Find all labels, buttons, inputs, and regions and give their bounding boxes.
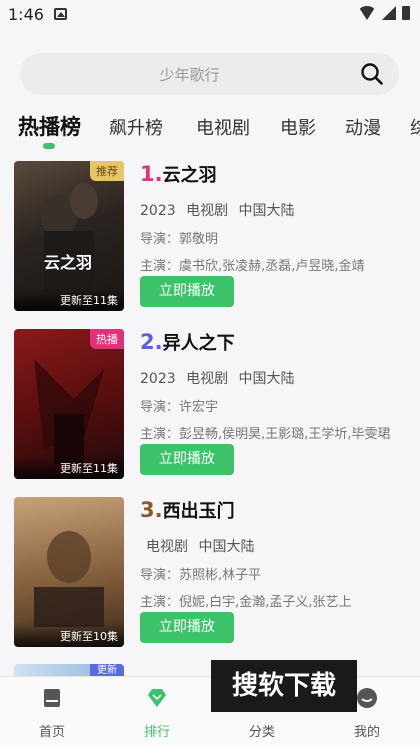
item-meta: 电视剧 中国大陆 — [140, 536, 420, 556]
item-region: 中国大陆 — [238, 203, 295, 219]
search-placeholder: 少年歌行 — [159, 66, 220, 84]
list-item[interactable]: 热播 更新至11集 2. 异人之下 2023 电视剧 中国大陆 导演：许宏宇 主… — [14, 329, 420, 479]
recommend-badge: 推荐 — [90, 161, 124, 181]
item-cast: 主演：虞书欣,张凌赫,丞磊,卢昱晓,金靖 — [140, 259, 365, 274]
home-icon — [44, 689, 60, 707]
rank-number: 1. — [140, 162, 163, 186]
nav-ranking[interactable]: 排行 — [117, 677, 197, 747]
tab-hot[interactable]: 热播榜 — [18, 111, 81, 141]
item-genre: 电视剧 — [186, 203, 229, 219]
nav-home[interactable]: 首页 — [12, 677, 92, 747]
item-info: 1. 云之羽 2023 电视剧 中国大陆 导演：郭敬明 主演：虞书欣,张凌赫,丞… — [140, 161, 420, 274]
tab-indicator — [43, 143, 55, 149]
search-icon[interactable] — [360, 62, 384, 86]
status-time: 1:46 — [8, 5, 44, 24]
list-item[interactable]: 更新至10集 3. 西出玉门 电视剧 中国大陆 导演：苏照彬,林子平 主演：倪妮… — [14, 497, 420, 647]
rank-number: 2. — [140, 330, 163, 354]
update-badge: 更新 — [90, 664, 124, 676]
poster-image[interactable]: 热播 更新至11集 — [14, 329, 124, 479]
play-button[interactable]: 立即播放 — [140, 444, 234, 475]
tab-rising[interactable]: 飙升榜 — [109, 114, 163, 140]
item-director: 导演：苏照彬,林子平 — [140, 568, 262, 583]
item-region: 中国大陆 — [198, 539, 255, 555]
update-label: 更新至10集 — [14, 623, 124, 647]
tab-tv[interactable]: 电视剧 — [196, 114, 250, 140]
item-meta: 2023 电视剧 中国大陆 — [140, 368, 420, 388]
signal-icon — [382, 6, 396, 20]
hot-badge: 热播 — [90, 329, 124, 349]
profile-icon — [357, 688, 377, 708]
item-region: 中国大陆 — [238, 371, 295, 387]
nav-category-label: 分类 — [248, 725, 275, 740]
item-info: 2. 异人之下 2023 电视剧 中国大陆 导演：许宏宇 主演：彭昱畅,侯明昊,… — [140, 329, 420, 442]
status-icons — [358, 6, 410, 20]
nav-home-label: 首页 — [38, 725, 65, 740]
category-tabs: 热播榜 飙升榜 电视剧 电影 动漫 综 — [0, 106, 420, 150]
tab-movie[interactable]: 电影 — [280, 114, 316, 140]
item-title[interactable]: 西出玉门 — [163, 497, 235, 523]
rank-number: 3. — [140, 498, 163, 522]
diamond-icon — [148, 689, 166, 707]
item-director: 导演：郭敬明 — [140, 232, 219, 247]
item-year: 2023 — [140, 371, 176, 387]
poster-image[interactable]: 推荐 云之羽 更新至11集 — [14, 161, 124, 311]
nav-mine-label: 我的 — [353, 725, 380, 740]
nav-ranking-label: 排行 — [143, 725, 170, 740]
wifi-icon — [358, 6, 376, 20]
item-genre: 电视剧 — [146, 539, 188, 555]
status-bar: 1:46 — [0, 0, 420, 30]
poster-title: 云之羽 — [44, 253, 93, 272]
tab-anime[interactable]: 动漫 — [345, 114, 381, 140]
bottom-navigation: 首页 排行 分类 我的 — [0, 676, 420, 747]
item-cast: 主演：彭昱畅,侯明昊,王影璐,王学圻,毕雯珺 — [140, 427, 391, 442]
list-item-partial[interactable]: 更新 — [14, 664, 124, 676]
item-title[interactable]: 异人之下 — [163, 329, 235, 355]
update-label: 更新至11集 — [14, 455, 124, 479]
item-info: 3. 西出玉门 电视剧 中国大陆 导演：苏照彬,林子平 主演：倪妮,白宇,金瀚,… — [140, 497, 420, 610]
battery-icon — [402, 6, 410, 20]
poster-image[interactable]: 更新至10集 — [14, 497, 124, 647]
item-year: 2023 — [140, 203, 176, 219]
image-notification-icon — [54, 8, 67, 20]
play-button[interactable]: 立即播放 — [140, 612, 234, 643]
item-director: 导演：许宏宇 — [140, 400, 219, 415]
update-label: 更新至11集 — [14, 287, 124, 311]
item-meta: 2023 电视剧 中国大陆 — [140, 200, 420, 220]
tab-variety[interactable]: 综 — [410, 114, 420, 140]
item-genre: 电视剧 — [186, 371, 229, 387]
play-button[interactable]: 立即播放 — [140, 276, 234, 307]
watermark: 搜软下载 — [211, 660, 357, 712]
item-cast: 主演：倪妮,白宇,金瀚,孟子义,张艺上 — [140, 595, 352, 610]
search-bar[interactable]: 少年歌行 — [20, 53, 399, 95]
list-item[interactable]: 推荐 云之羽 更新至11集 1. 云之羽 2023 电视剧 中国大陆 导演：郭敬… — [14, 161, 420, 311]
item-title[interactable]: 云之羽 — [163, 161, 217, 187]
